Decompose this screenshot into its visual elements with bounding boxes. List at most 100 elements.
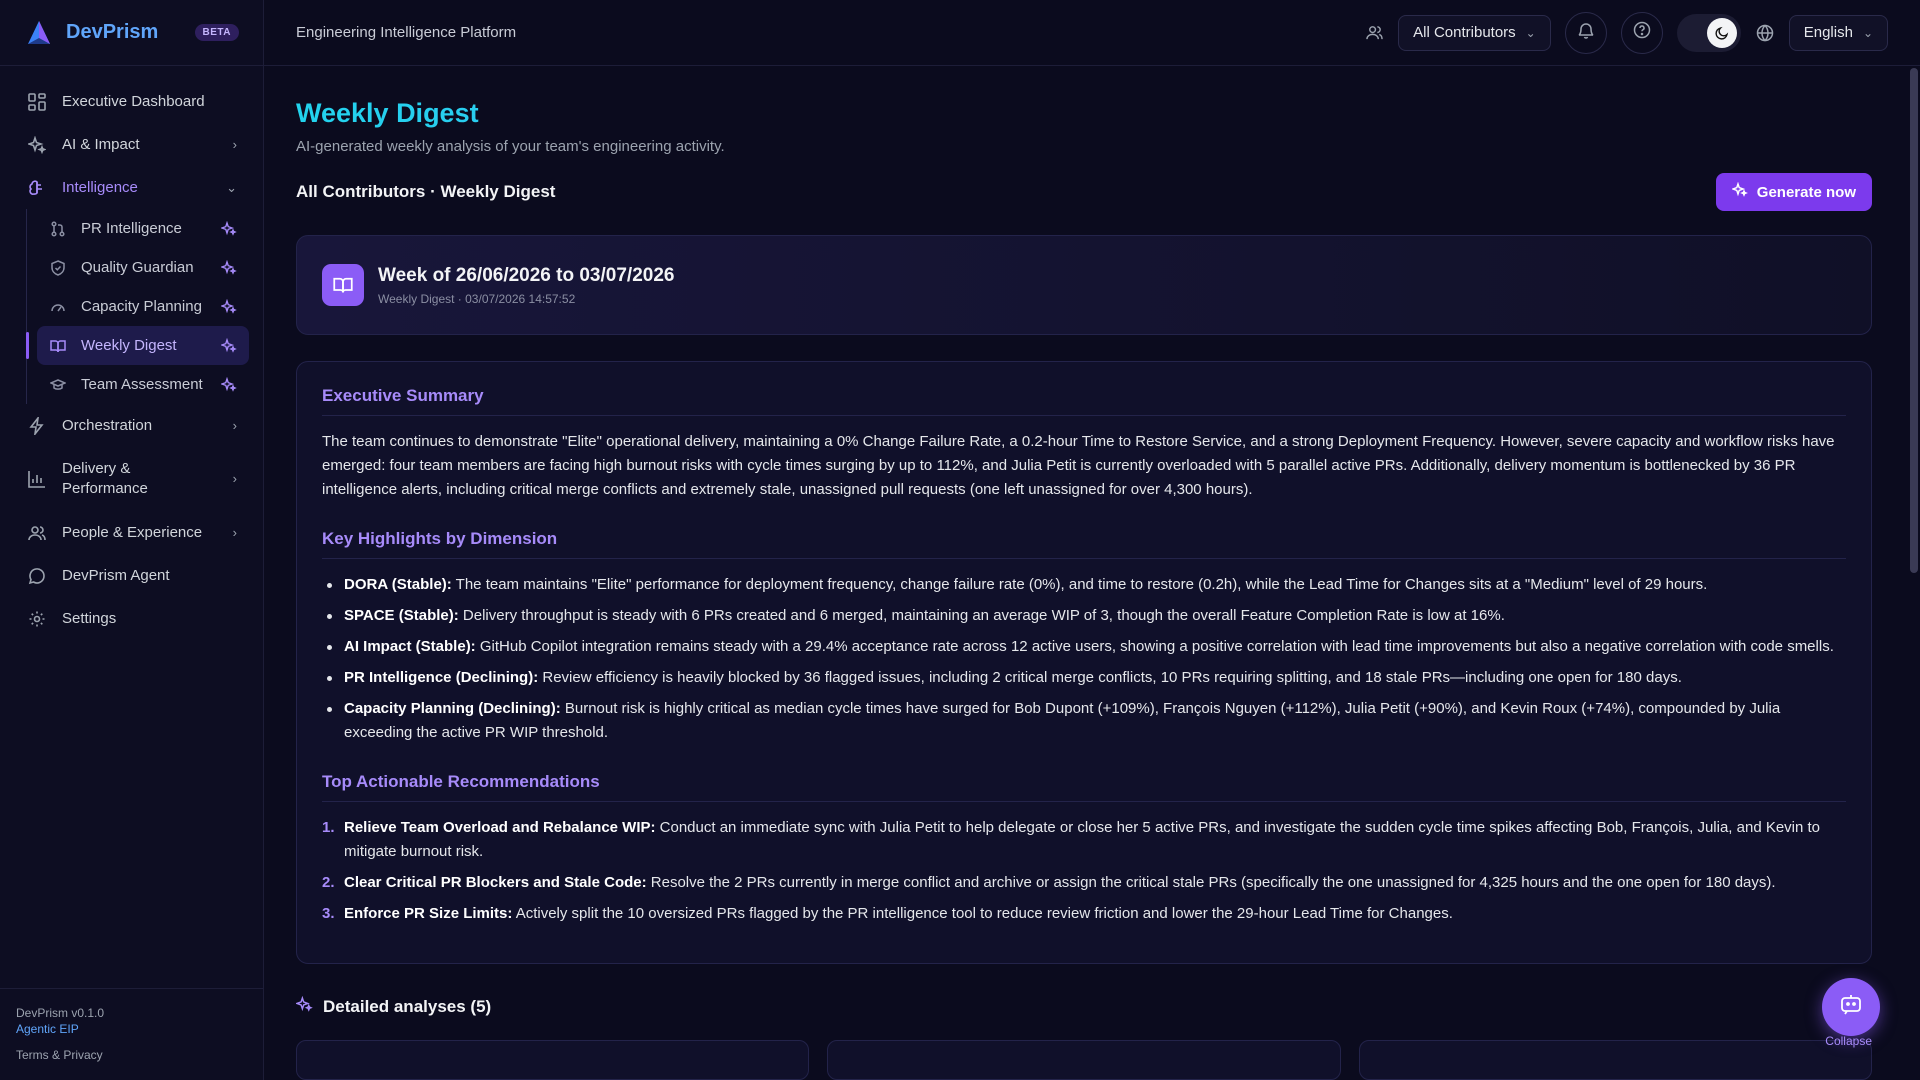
zap-icon — [26, 415, 48, 437]
sidebar-item-executive-dashboard[interactable]: Executive Dashboard — [14, 80, 249, 123]
grid-icon — [26, 91, 48, 113]
analysis-card[interactable] — [1358, 1040, 1872, 1080]
page-title: Weekly Digest — [296, 98, 1872, 129]
digest-header-row: All Contributors · Weekly Digest Generat… — [296, 173, 1872, 211]
list-number: 2. — [322, 874, 335, 891]
language-select-value: English — [1803, 24, 1853, 41]
analysis-card[interactable] — [296, 1040, 810, 1080]
recommendation-text: Actively split the 10 oversized PRs flag… — [512, 905, 1453, 922]
highlights-list: DORA (Stable): The team maintains "Elite… — [322, 573, 1846, 745]
chevron-right-icon: › — [232, 471, 237, 486]
sidebar-item-label: Executive Dashboard — [62, 93, 205, 110]
help-button[interactable] — [1620, 11, 1663, 54]
recommendation-key: Clear Critical PR Blockers and Stale Cod… — [344, 874, 647, 891]
graduation-cap-icon — [49, 376, 67, 394]
sidebar-item-delivery-performance[interactable]: Delivery & Performance › — [14, 447, 249, 511]
page-content: Weekly Digest AI-generated weekly analys… — [264, 66, 1920, 1080]
sidebar-item-team-assessment[interactable]: Team Assessment — [37, 365, 249, 404]
highlight-key: PR Intelligence (Declining): — [344, 669, 539, 686]
chevron-down-icon: ⌄ — [1525, 25, 1536, 40]
app-root: DevPrism BETA Executive Dashboard AI & I… — [0, 0, 1920, 1080]
sidebar-item-pr-intelligence[interactable]: PR Intelligence — [37, 209, 249, 248]
git-pull-request-icon — [49, 220, 67, 238]
recommendation-key: Relieve Team Overload and Rebalance WIP: — [344, 819, 656, 836]
sidebar: DevPrism BETA Executive Dashboard AI & I… — [0, 0, 264, 1080]
sidebar-item-label: People & Experience — [62, 524, 203, 541]
scrollbar[interactable] — [1908, 68, 1918, 1078]
list-item: Capacity Planning (Declining): Burnout r… — [322, 697, 1846, 745]
analysis-card[interactable] — [827, 1040, 1341, 1080]
generate-now-label: Generate now — [1756, 183, 1856, 201]
sidebar-item-settings[interactable]: Settings — [14, 597, 249, 640]
executive-summary-text: The team continues to demonstrate "Elite… — [322, 433, 1835, 498]
list-item: DORA (Stable): The team maintains "Elite… — [322, 573, 1846, 597]
topbar-controls: All Contributors ⌄ English ⌄ — [1364, 11, 1888, 54]
recommendation-key: Enforce PR Size Limits: — [344, 905, 513, 922]
week-title: Week of 26/06/2026 to 03/07/2026 — [378, 264, 675, 286]
sidebar-item-label-line1: Delivery & — [62, 460, 131, 477]
sidebar-item-devprism-agent[interactable]: DevPrism Agent — [14, 554, 249, 597]
executive-summary-heading: Executive Summary — [322, 386, 1846, 416]
chevron-right-icon: › — [232, 418, 237, 433]
book-open-icon — [49, 337, 67, 355]
sidebar-item-people-experience[interactable]: People & Experience › — [14, 511, 249, 554]
scrollbar-thumb[interactable] — [1910, 68, 1918, 573]
gear-icon — [26, 608, 48, 630]
sidebar-footer: DevPrism v0.1.0 Agentic EIP Terms & Priv… — [0, 988, 263, 1080]
list-item: 2. Clear Critical PR Blockers and Stale C… — [322, 871, 1846, 895]
list-item: 3. Enforce PR Size Limits: Actively split… — [322, 902, 1846, 926]
sidebar-item-ai-impact[interactable]: AI & Impact › — [14, 123, 249, 166]
contributors-select[interactable]: All Contributors ⌄ — [1398, 14, 1551, 51]
sidebar-item-weekly-digest[interactable]: Weekly Digest — [26, 326, 249, 365]
sidebar-item-quality-guardian[interactable]: Quality Guardian — [37, 248, 249, 287]
terms-link[interactable]: Terms & Privacy — [16, 1047, 247, 1063]
generate-now-button[interactable]: Generate now — [1715, 173, 1872, 211]
language-select[interactable]: English ⌄ — [1788, 14, 1888, 51]
sidebar-nav: Executive Dashboard AI & Impact › Intell… — [0, 66, 263, 654]
section-heading: All Contributors · Weekly Digest — [296, 182, 556, 201]
sidebar-item-orchestration[interactable]: Orchestration › — [14, 404, 249, 447]
bell-icon — [1577, 21, 1595, 44]
list-item: PR Intelligence (Declining): Review effi… — [322, 666, 1846, 690]
sidebar-item-label: Weekly Digest — [81, 337, 177, 354]
gauge-icon — [49, 298, 67, 316]
brand: DevPrism BETA — [0, 0, 263, 66]
sidebar-item-label: Delivery & Performance — [62, 459, 219, 499]
sidebar-item-label: PR Intelligence — [81, 220, 182, 237]
sparkles-icon — [294, 995, 313, 1018]
highlight-key: Capacity Planning (Declining): — [344, 700, 561, 717]
brand-name: DevPrism — [66, 21, 159, 43]
help-circle-icon — [1633, 21, 1651, 44]
theme-toggle[interactable] — [1676, 13, 1741, 52]
digest-card: Executive Summary The team continues to … — [296, 361, 1872, 964]
sidebar-item-label: Settings — [62, 610, 117, 627]
chat-assistant-button[interactable] — [1822, 978, 1880, 1036]
moon-icon — [1706, 17, 1737, 48]
list-number: 3. — [322, 905, 335, 922]
intelligence-submenu: PR Intelligence Quality Guardian Capacit… — [26, 209, 249, 404]
bot-chat-icon — [1839, 993, 1863, 1022]
notifications-button[interactable] — [1564, 11, 1607, 54]
analysis-cards-row — [296, 1040, 1872, 1080]
sidebar-item-capacity-planning[interactable]: Capacity Planning — [37, 287, 249, 326]
message-circle-icon — [26, 565, 48, 587]
users-icon — [1364, 23, 1384, 43]
collapse-label[interactable]: Collapse — [1825, 1034, 1872, 1048]
week-meta: Weekly Digest · 03/07/2026 14:57:52 — [378, 291, 576, 306]
sidebar-item-intelligence[interactable]: Intelligence ⌄ — [14, 166, 249, 209]
sidebar-item-label: AI & Impact — [62, 136, 140, 153]
ai-sparkle-icon — [219, 376, 237, 393]
bar-chart-icon — [26, 468, 48, 490]
main-area: Engineering Intelligence Platform All Co… — [264, 0, 1920, 1080]
sidebar-item-label: Quality Guardian — [81, 259, 194, 276]
sidebar-item-label: Team Assessment — [81, 376, 203, 393]
detailed-analyses-label: Detailed analyses (5) — [323, 997, 492, 1016]
shield-icon — [49, 259, 67, 277]
detailed-analyses-heading: Detailed analyses (5) — [294, 995, 1872, 1018]
week-card: Week of 26/06/2026 to 03/07/2026 Weekly … — [296, 235, 1872, 335]
week-info: Week of 26/06/2026 to 03/07/2026 Weekly … — [378, 265, 674, 306]
highlight-key: AI Impact (Stable): — [344, 638, 476, 655]
sparkles-icon — [1730, 181, 1748, 202]
list-item: 1. Relieve Team Overload and Rebalance WI… — [322, 816, 1846, 864]
recommendations-heading: Top Actionable Recommendations — [322, 772, 1846, 802]
